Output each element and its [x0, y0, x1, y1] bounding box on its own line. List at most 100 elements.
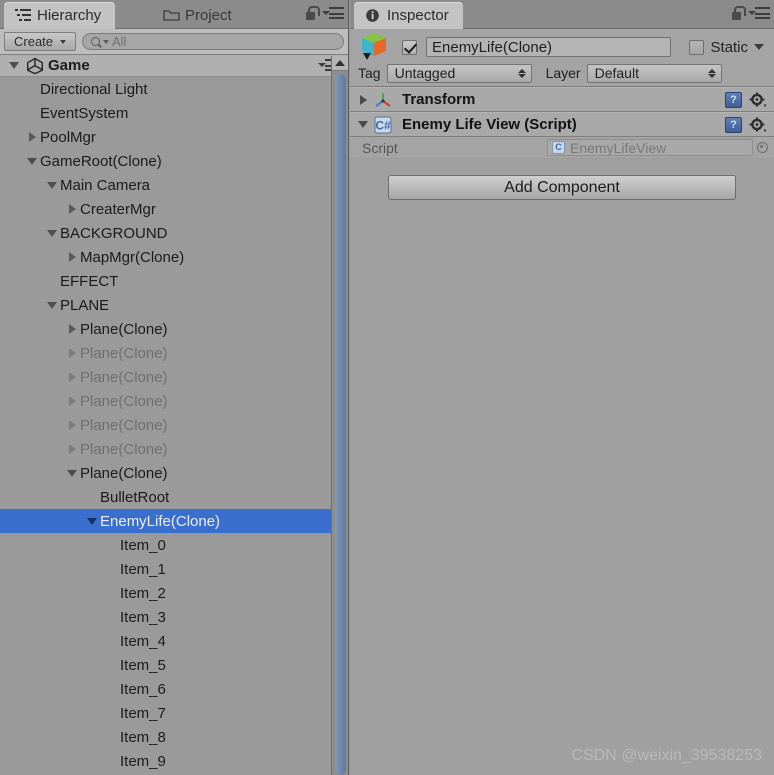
layer-value: Default [594, 65, 639, 81]
hierarchy-item[interactable]: EFFECT [0, 269, 331, 293]
hierarchy-item-label: Item_3 [120, 608, 166, 626]
hierarchy-item[interactable]: CreaterMgr [0, 197, 331, 221]
tab-project[interactable]: Project [152, 2, 246, 29]
hierarchy-item[interactable]: Item_5 [0, 653, 331, 677]
hierarchy-panel: Hierarchy Project Create All Game Direct… [0, 0, 349, 775]
hierarchy-item[interactable]: Main Camera [0, 173, 331, 197]
hierarchy-item[interactable]: PoolMgr [0, 125, 331, 149]
twisty-collapsed-icon[interactable] [64, 396, 80, 406]
twisty-collapsed-icon[interactable] [64, 252, 80, 262]
object-picker-icon[interactable] [757, 142, 768, 153]
gameobject-enabled-checkbox[interactable] [402, 39, 417, 55]
enemy-life-view-title: Enemy Life View (Script) [402, 116, 577, 133]
hierarchy-scrollbar[interactable] [331, 56, 348, 775]
chevron-down-icon [60, 39, 67, 44]
hierarchy-item[interactable]: BulletRoot [0, 485, 331, 509]
gameobject-cube-icon [358, 31, 392, 63]
hierarchy-item[interactable]: BACKGROUND [0, 221, 331, 245]
twisty-expanded-icon[interactable] [84, 517, 100, 525]
search-input[interactable]: All [82, 33, 344, 50]
svg-text:C#: C# [375, 118, 391, 132]
hierarchy-item[interactable]: Item_3 [0, 605, 331, 629]
hierarchy-item[interactable]: Plane(Clone) [0, 389, 331, 413]
script-object-value: EnemyLifeView [570, 139, 667, 156]
scroll-up-button[interactable] [332, 56, 348, 71]
tab-hierarchy[interactable]: Hierarchy [4, 2, 116, 29]
hierarchy-item[interactable]: Item_0 [0, 533, 331, 557]
hierarchy-item[interactable]: Plane(Clone) [0, 413, 331, 437]
transform-title: Transform [402, 91, 476, 108]
scene-root-row[interactable]: Game [0, 55, 348, 77]
transform-foldout-twisty[interactable] [354, 94, 372, 105]
twisty-collapsed-icon[interactable] [64, 444, 80, 454]
watermark: CSDN @weixin_39538253 [571, 747, 762, 764]
hierarchy-item[interactable]: GameRoot(Clone) [0, 149, 331, 173]
hierarchy-item[interactable]: Item_4 [0, 629, 331, 653]
hierarchy-icon [15, 8, 32, 23]
hierarchy-item[interactable]: Item_1 [0, 557, 331, 581]
twisty-expanded-icon[interactable] [64, 469, 80, 477]
hierarchy-item[interactable]: EventSystem [0, 101, 331, 125]
hierarchy-item[interactable]: Plane(Clone) [0, 437, 331, 461]
scrollbar-thumb[interactable] [335, 74, 346, 775]
hierarchy-item-label: Plane(Clone) [80, 320, 168, 338]
lock-icon[interactable] [304, 6, 320, 21]
panel-menu-icon[interactable] [748, 7, 770, 20]
scene-root-twisty[interactable] [6, 62, 22, 69]
help-book-icon[interactable]: ? [725, 91, 742, 108]
static-checkbox[interactable] [689, 39, 705, 55]
gear-icon[interactable] [749, 91, 767, 108]
lock-icon[interactable] [730, 6, 746, 21]
hierarchy-item[interactable]: Item_8 [0, 725, 331, 749]
hierarchy-item[interactable]: Item_6 [0, 677, 331, 701]
create-button[interactable]: Create [4, 32, 76, 51]
hierarchy-item-label: CreaterMgr [80, 200, 156, 218]
twisty-collapsed-icon[interactable] [64, 348, 80, 358]
twisty-expanded-icon[interactable] [44, 301, 60, 309]
hierarchy-item-label: EnemyLife(Clone) [100, 512, 221, 530]
hierarchy-item[interactable]: PLANE [0, 293, 331, 317]
gear-icon[interactable] [749, 116, 767, 133]
twisty-collapsed-icon[interactable] [64, 420, 80, 430]
hierarchy-item[interactable]: Directional Light [0, 77, 331, 101]
search-input-value: All [112, 34, 127, 49]
tab-inspector[interactable]: Inspector [354, 2, 463, 29]
hierarchy-tree[interactable]: Directional Light EventSystem PoolMgr GameR… [0, 77, 331, 775]
tab-hierarchy-label: Hierarchy [37, 7, 102, 24]
hierarchy-item-label: Plane(Clone) [80, 392, 168, 410]
twisty-expanded-icon[interactable] [24, 157, 40, 165]
script-object-field[interactable]: C EnemyLifeView [547, 139, 753, 156]
component-header-enemy-life-view[interactable]: C# Enemy Life View (Script) ? [350, 112, 774, 137]
add-component-button[interactable]: Add Component [388, 175, 736, 200]
twisty-collapsed-icon[interactable] [64, 372, 80, 382]
hierarchy-item[interactable]: Plane(Clone) [0, 317, 331, 341]
twisty-collapsed-icon[interactable] [24, 132, 40, 142]
static-dropdown-chevron-icon[interactable] [754, 44, 764, 50]
hierarchy-item-label: Item_5 [120, 656, 166, 674]
info-icon [365, 8, 382, 23]
hierarchy-item-label: Plane(Clone) [80, 440, 168, 458]
hierarchy-item[interactable]: EnemyLife(Clone) [0, 509, 331, 533]
help-book-icon[interactable]: ? [725, 116, 742, 133]
panel-menu-icon[interactable] [322, 7, 344, 20]
twisty-expanded-icon[interactable] [44, 181, 60, 189]
twisty-collapsed-icon[interactable] [64, 204, 80, 214]
twisty-collapsed-icon[interactable] [64, 324, 80, 334]
hierarchy-item[interactable]: Item_2 [0, 581, 331, 605]
hierarchy-item[interactable]: Item_7 [0, 701, 331, 725]
inspector-chrome-buttons [730, 6, 770, 21]
tag-dropdown[interactable]: Untagged [386, 63, 532, 83]
layer-dropdown[interactable]: Default [586, 63, 722, 83]
hierarchy-item[interactable]: Plane(Clone) [0, 365, 331, 389]
twisty-expanded-icon[interactable] [44, 229, 60, 237]
hierarchy-item-label: Item_7 [120, 704, 166, 722]
hierarchy-item[interactable]: Plane(Clone) [0, 341, 331, 365]
component-header-transform[interactable]: Transform ? [350, 87, 774, 112]
enemy-life-view-foldout-twisty[interactable] [354, 121, 372, 128]
hierarchy-item[interactable]: MapMgr(Clone) [0, 245, 331, 269]
hierarchy-item[interactable]: Plane(Clone) [0, 461, 331, 485]
search-icon [91, 37, 100, 46]
gameobject-name-row: EnemyLife(Clone) Static [358, 31, 768, 63]
gameobject-name-field[interactable]: EnemyLife(Clone) [426, 37, 672, 57]
hierarchy-item[interactable]: Item_9 [0, 749, 331, 773]
